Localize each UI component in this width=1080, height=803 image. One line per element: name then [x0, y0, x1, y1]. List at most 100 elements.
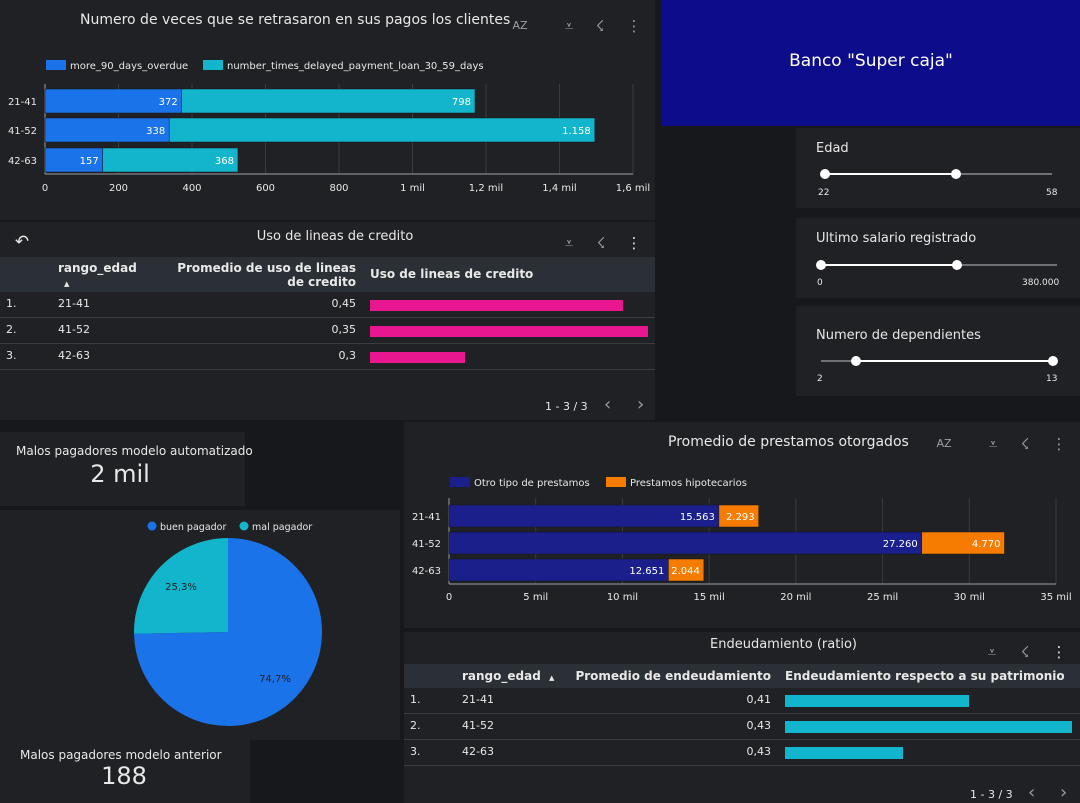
row-value: 0,43 — [746, 745, 772, 758]
legend-label: Otro tipo de prestamos — [474, 478, 590, 489]
x-tick-label: 600 — [256, 183, 275, 194]
bar — [168, 117, 596, 143]
legend-swatch — [203, 60, 223, 70]
x-tick-label: 0 — [42, 183, 48, 194]
sort-ascending-icon: ▲ — [549, 674, 555, 682]
row-index: 3. — [6, 349, 17, 362]
scorecard-prev-value: 188 — [101, 762, 147, 790]
data-label: 2.044 — [671, 566, 700, 577]
column-header-label: rango_edad — [462, 669, 541, 683]
table-row[interactable]: 3. 42-63 0,3 — [0, 344, 655, 370]
row-range: 41-52 — [462, 719, 494, 732]
debt-table-card: Endeudamiento (ratio) ⩡ ☇ ⋮ rango_edad ▲… — [404, 632, 1080, 803]
next-page-icon[interactable]: › — [637, 394, 644, 415]
salary-slider-min-value: 0 — [817, 278, 823, 288]
row-bar — [785, 721, 1072, 733]
data-label: 12.651 — [629, 566, 664, 577]
row-bar — [785, 695, 969, 707]
loans-chart-svg: 0 5 mil 10 mil 15 mil 20 mil 25 mil 30 mil 35 m… — [412, 477, 1072, 603]
table-row[interactable]: 2. 41-52 0,43 — [404, 714, 1080, 740]
x-tick-label: 0 — [446, 592, 452, 603]
debt-table-header: rango_edad ▲ Promedio de endeudamiento E… — [404, 664, 1080, 688]
table-row[interactable]: 2. 41-52 0,35 — [0, 318, 655, 344]
data-label: 372 — [159, 97, 178, 108]
dependents-slider-range — [856, 360, 1053, 362]
pie-slice-label: 74,7% — [259, 674, 291, 685]
age-slider-min-value: 22 — [818, 188, 830, 198]
prev-page-icon[interactable]: ‹ — [1028, 782, 1035, 803]
dependents-slider-min-handle[interactable] — [851, 356, 861, 366]
row-bar — [370, 352, 465, 363]
legend-swatch — [606, 477, 626, 487]
category-label: 21-41 — [412, 512, 441, 523]
table-row[interactable]: 1. 21-41 0,45 — [0, 292, 655, 318]
scorecard-auto-value: 2 mil — [90, 460, 150, 488]
age-slider-max-handle[interactable] — [951, 169, 961, 179]
filter-icon[interactable]: ⩡ — [982, 642, 1002, 662]
more-options-icon[interactable]: ⋮ — [624, 233, 644, 253]
bank-name: Banco "Super caja" — [789, 51, 953, 71]
scorecard-prev-label: Malos pagadores modelo anterior — [20, 748, 222, 762]
column-header-uso[interactable]: Uso de lineas de credito — [370, 267, 533, 281]
age-filter-card: Edad 22 58 — [796, 128, 1080, 208]
prev-page-icon[interactable]: ‹ — [604, 394, 611, 415]
more-options-icon[interactable]: ⋮ — [1049, 642, 1069, 662]
row-value: 0,35 — [331, 323, 357, 336]
data-label: 157 — [80, 156, 99, 167]
row-range: 42-63 — [462, 745, 494, 758]
bar — [181, 88, 476, 114]
debt-table-pager: 1 - 3 / 3 — [970, 788, 1013, 801]
column-header-promedio[interactable]: Promedio de endeudamiento — [574, 669, 771, 683]
age-slider-max-value: 58 — [1046, 188, 1058, 198]
column-header-promedio[interactable]: Promedio de uso de lineas de credito — [170, 261, 356, 289]
crossfilter-icon[interactable]: ☇ — [1015, 642, 1035, 662]
column-header-rango-edad[interactable]: rango_edad ▲ — [58, 261, 137, 291]
dependents-slider-max-handle[interactable] — [1048, 356, 1058, 366]
row-range: 41-52 — [58, 323, 90, 336]
x-tick-label: 1,2 mil — [469, 183, 503, 194]
legend-label: Prestamos hipotecarios — [630, 478, 747, 489]
x-tick-label: 200 — [109, 183, 128, 194]
legend-label: number_times_delayed_payment_loan_30_59_… — [227, 61, 484, 72]
row-index: 3. — [410, 745, 421, 758]
dependents-filter-card: Numero de dependientes 2 13 — [796, 306, 1080, 396]
salary-slider-max-handle[interactable] — [952, 260, 962, 270]
next-page-icon[interactable]: › — [1060, 782, 1067, 803]
scorecard-auto: Malos pagadores modelo automatizado 2 mi… — [0, 432, 253, 506]
delays-chart-svg: 0 200 400 600 800 1 mil 1,2 mil 1,4 mil 1,6 mil m… — [8, 60, 650, 194]
x-tick-label: 1,4 mil — [542, 183, 576, 194]
x-tick-label: 800 — [329, 183, 348, 194]
data-label: 368 — [215, 156, 234, 167]
credit-table-header: rango_edad ▲ Promedio de uso de lineas d… — [0, 257, 655, 292]
x-tick-label: 400 — [182, 183, 201, 194]
dependents-slider-min-value: 2 — [817, 374, 823, 384]
legend-swatch — [450, 477, 470, 487]
bar — [448, 531, 923, 555]
x-tick-label: 1 mil — [400, 183, 425, 194]
column-header-rango-edad[interactable]: rango_edad ▲ — [462, 669, 554, 685]
x-tick-label: 30 mil — [954, 592, 985, 603]
filter-icon[interactable]: ⩡ — [559, 233, 579, 253]
x-tick-label: 10 mil — [607, 592, 638, 603]
salary-slider-min-handle[interactable] — [816, 260, 826, 270]
table-row[interactable]: 3. 42-63 0,43 — [404, 740, 1080, 766]
age-filter-label: Edad — [816, 141, 849, 156]
category-label: 21-41 — [8, 97, 37, 108]
category-label: 42-63 — [8, 156, 37, 167]
legend-swatch — [239, 521, 249, 531]
row-bar — [370, 300, 623, 311]
row-range: 21-41 — [58, 297, 90, 310]
legend-label: more_90_days_overdue — [70, 61, 188, 72]
table-row[interactable]: 1. 21-41 0,41 — [404, 688, 1080, 714]
column-header-label: rango_edad — [58, 261, 137, 275]
data-label: 798 — [452, 97, 471, 108]
pie-slice-label: 25,3% — [165, 582, 197, 593]
dependents-slider-max-value: 13 — [1046, 374, 1058, 384]
column-header-endeudamiento[interactable]: Endeudamiento respecto a su patrimonio — [785, 669, 1065, 683]
data-label: 338 — [146, 126, 165, 137]
age-slider-min-handle[interactable] — [820, 169, 830, 179]
debt-table-title: Endeudamiento (ratio) — [710, 637, 857, 652]
salary-slider-max-value: 380.000 — [1022, 278, 1060, 288]
crossfilter-icon[interactable]: ☇ — [591, 233, 611, 253]
data-label: 4.770 — [972, 539, 1001, 550]
